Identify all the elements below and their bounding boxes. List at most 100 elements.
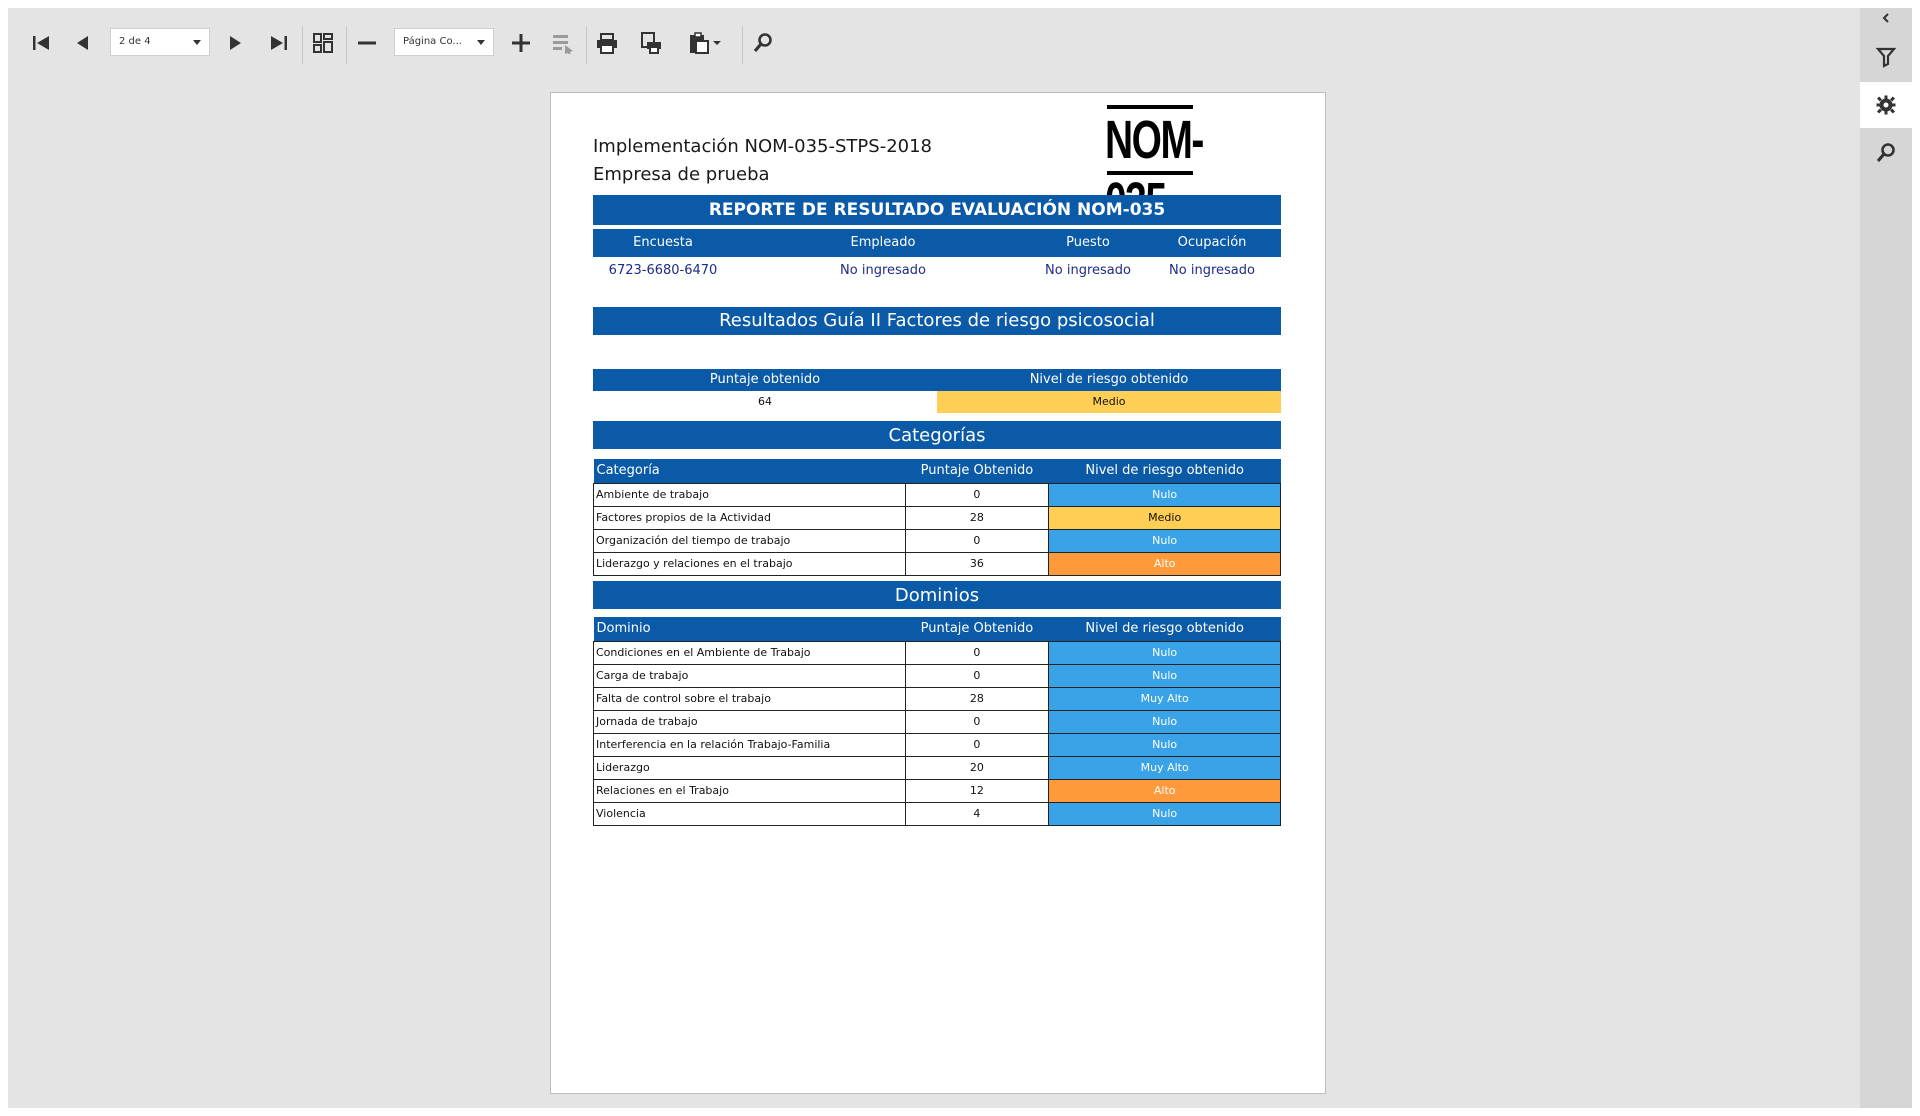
dominio-level-badge: Nulo — [1048, 640, 1281, 665]
dominio-score: 0 — [904, 732, 1050, 757]
dominios-title: Dominios — [593, 581, 1281, 609]
logo-bottom-bar — [1107, 171, 1193, 175]
info-header-encuesta: Encuesta — [633, 235, 693, 250]
toolbar-separator — [586, 26, 587, 64]
next-page-button[interactable] — [218, 26, 252, 60]
print-button[interactable] — [590, 26, 624, 60]
categorias-header-row: Categoría Puntaje Obtenido Nivel de ries… — [593, 459, 1281, 483]
dominios-col-nivel: Nivel de riesgo obtenido — [1048, 617, 1281, 641]
score-header-row: Puntaje obtenido Nivel de riesgo obtenid… — [593, 369, 1281, 391]
score-header-puntaje: Puntaje obtenido — [709, 372, 821, 387]
zoom-in-button[interactable] — [504, 26, 538, 60]
previous-page-button[interactable] — [66, 26, 100, 60]
dominio-name: Liderazgo — [593, 755, 906, 780]
export-menu-button[interactable] — [684, 26, 728, 60]
header-line-2: Empresa de prueba — [593, 164, 770, 185]
report-viewer: 2 de 4 Página Co... Implementación NOM-0… — [8, 8, 1912, 1108]
search-button[interactable] — [746, 26, 780, 60]
chevron-left-icon — [1882, 13, 1889, 23]
filter-icon — [1875, 47, 1897, 68]
info-value-row: 6723-6680-6470 No ingresado No ingresado… — [593, 257, 1281, 285]
toolbar-separator — [742, 26, 743, 64]
categoria-row: Organización del tiempo de trabajo 0 Nulo — [593, 528, 1281, 553]
chevron-down-icon — [193, 40, 201, 45]
dominio-score: 0 — [904, 663, 1050, 688]
categoria-level-badge: Nulo — [1048, 528, 1281, 553]
dominio-name: Carga de trabajo — [593, 663, 906, 688]
dominio-row: Liderazgo 20 Muy Alto — [593, 755, 1281, 780]
last-page-icon — [271, 36, 287, 50]
report-page: Implementación NOM-035-STPS-2018 Empresa… — [550, 92, 1326, 1094]
dominios-header-row: Dominio Puntaje Obtenido Nivel de riesgo… — [593, 617, 1281, 641]
last-page-button[interactable] — [262, 26, 296, 60]
info-value-puesto: No ingresado — [1045, 263, 1131, 278]
dominio-row: Interferencia en la relación Trabajo-Fam… — [593, 732, 1281, 757]
toolbar-separator — [346, 26, 347, 64]
gear-icon — [1876, 95, 1896, 115]
multipage-view-button[interactable] — [306, 26, 340, 60]
categoria-row: Ambiente de trabajo 0 Nulo — [593, 482, 1281, 507]
dominio-name: Jornada de trabajo — [593, 709, 906, 734]
search-icon — [753, 33, 772, 53]
dominio-score: 20 — [904, 755, 1050, 780]
dominio-score: 12 — [904, 778, 1050, 803]
categorias-col-categoria: Categoría — [593, 459, 906, 483]
categorias-col-nivel: Nivel de riesgo obtenido — [1048, 459, 1281, 483]
settings-button[interactable] — [1860, 82, 1912, 128]
plus-icon — [512, 34, 530, 52]
categoria-name: Factores propios de la Actividad — [593, 505, 906, 530]
zoom-selector[interactable]: Página Co... — [394, 28, 494, 56]
dominio-row: Violencia 4 Nulo — [593, 801, 1281, 826]
categoria-level-badge: Alto — [1048, 551, 1281, 576]
categorias-col-puntaje: Puntaje Obtenido — [905, 459, 1049, 483]
info-value-encuesta: 6723-6680-6470 — [608, 263, 718, 278]
toolbar-separator — [302, 26, 303, 64]
print-page-button[interactable] — [634, 26, 668, 60]
dominio-score: 0 — [904, 709, 1050, 734]
dominio-name: Falta de control sobre el trabajo — [593, 686, 906, 711]
report-header: Implementación NOM-035-STPS-2018 Empresa… — [593, 133, 932, 189]
nom-035-logo: NOM-035 — [1105, 105, 1237, 232]
dominio-score: 4 — [904, 801, 1050, 826]
section-title: Resultados Guía II Factores de riesgo ps… — [593, 307, 1281, 335]
multipage-icon — [313, 33, 333, 53]
categorias-table: Categoría Puntaje Obtenido Nivel de ries… — [593, 459, 1281, 576]
dominio-level-badge: Nulo — [1048, 732, 1281, 757]
dominio-level-badge: Alto — [1048, 778, 1281, 803]
search-icon — [1876, 143, 1895, 163]
dominio-score: 0 — [904, 640, 1050, 665]
dominios-body: Condiciones en el Ambiente de Trabajo 0 Nu… — [593, 640, 1281, 826]
collapse-panel-button[interactable] — [1860, 8, 1912, 28]
dominio-name: Violencia — [593, 801, 906, 826]
first-page-button[interactable] — [24, 26, 58, 60]
dominio-level-badge: Nulo — [1048, 801, 1281, 826]
dominio-name: Condiciones en el Ambiente de Trabajo — [593, 640, 906, 665]
printer-icon — [597, 33, 617, 54]
categoria-name: Ambiente de trabajo — [593, 482, 906, 507]
categoria-name: Organización del tiempo de trabajo — [593, 528, 906, 553]
dominio-level-badge: Nulo — [1048, 709, 1281, 734]
dominio-score: 28 — [904, 686, 1050, 711]
minus-icon — [358, 41, 376, 45]
categoria-name: Liderazgo y relaciones en el trabajo — [593, 551, 906, 576]
info-header-empleado: Empleado — [850, 235, 916, 250]
first-page-icon — [33, 36, 49, 50]
dominio-row: Jornada de trabajo 0 Nulo — [593, 709, 1281, 734]
dominio-row: Relaciones en el Trabajo 12 Alto — [593, 778, 1281, 803]
chevron-down-icon — [477, 40, 485, 45]
zoom-out-button[interactable] — [350, 26, 384, 60]
page-selector[interactable]: 2 de 4 — [110, 28, 210, 56]
filter-button[interactable] — [1860, 34, 1912, 80]
categoria-level-badge: Medio — [1048, 505, 1281, 530]
dominio-row: Condiciones en el Ambiente de Trabajo 0 Nu… — [593, 640, 1281, 665]
export-icon — [690, 32, 721, 54]
categoria-score: 36 — [904, 551, 1050, 576]
dominio-row: Carga de trabajo 0 Nulo — [593, 663, 1281, 688]
page-selector-value: 2 de 4 — [119, 36, 151, 47]
info-value-ocupacion: No ingresado — [1169, 263, 1255, 278]
highlight-edit-button[interactable] — [546, 26, 580, 60]
search-panel-button[interactable] — [1860, 130, 1912, 176]
dominio-name: Interferencia en la relación Trabajo-Fam… — [593, 732, 906, 757]
toolbar: 2 de 4 Página Co... — [8, 8, 1860, 72]
info-value-empleado: No ingresado — [840, 263, 926, 278]
